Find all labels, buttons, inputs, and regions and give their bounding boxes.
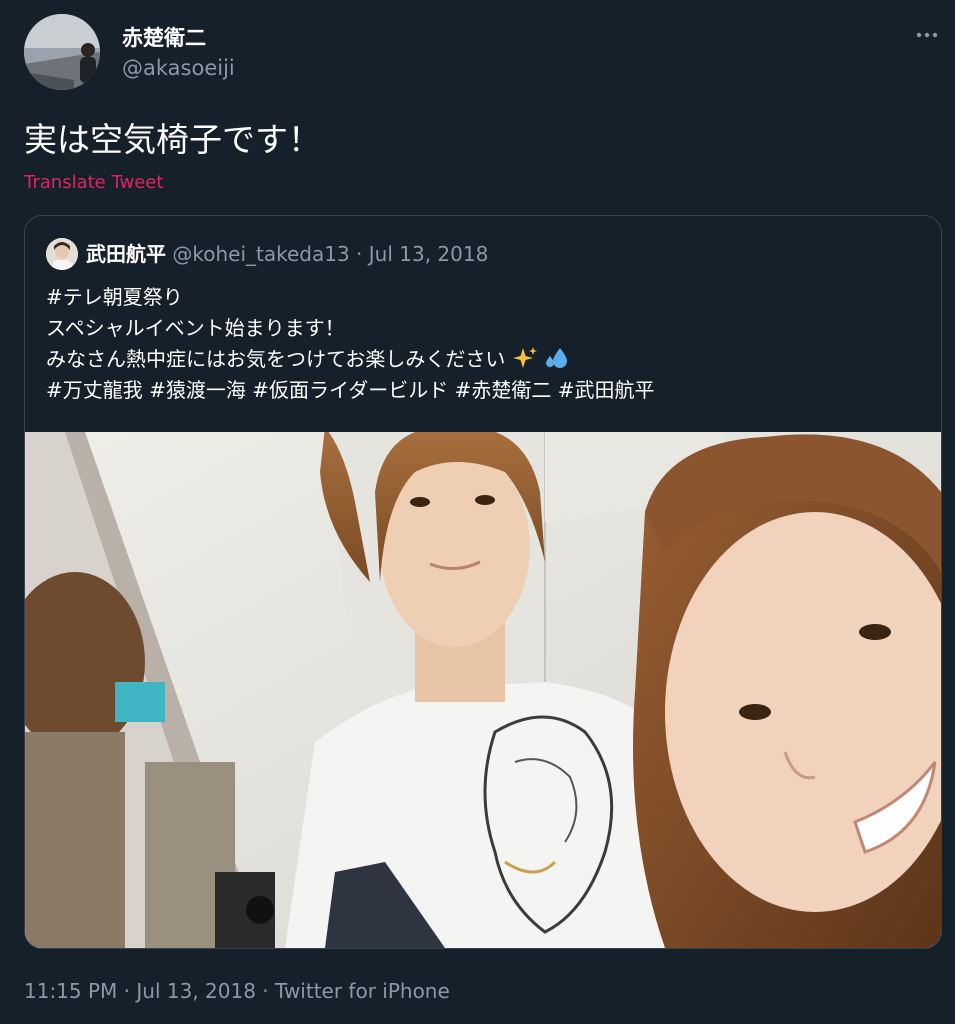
quoted-tweet-header: 武田航平 @kohei_takeda13 · Jul 13, 2018 xyxy=(86,240,488,268)
sweat-droplets-icon xyxy=(546,348,568,368)
quoted-author-name: 武田航平 xyxy=(86,242,166,266)
hashtag-link[interactable]: #赤楚衛二 xyxy=(455,378,552,402)
quoted-line: スペシャルイベント始まります！ xyxy=(46,316,345,340)
meta-separator: · xyxy=(349,242,369,266)
more-options-button[interactable] xyxy=(910,22,944,48)
quoted-tweet-photo[interactable] xyxy=(25,432,941,948)
quoted-line-text: みなさん熱中症にはお気をつけてお楽しみください xyxy=(46,347,506,371)
sparkles-icon xyxy=(512,347,537,368)
footer-separator: · xyxy=(255,979,276,1003)
tweet-text: 実は空気椅子です！ xyxy=(24,120,321,159)
hashtag-link[interactable]: #猿渡一海 xyxy=(149,378,246,402)
more-dots-icon xyxy=(916,32,938,38)
quoted-author-handle: @kohei_takeda13 xyxy=(172,242,350,266)
hashtag-link[interactable]: #万丈龍我 xyxy=(46,378,143,402)
tweet-source[interactable]: Twitter for iPhone xyxy=(275,979,450,1003)
tweet-time[interactable]: 11:15 PM xyxy=(24,979,117,1003)
tweet-timestamp: 11:15 PM · Jul 13, 2018 · Twitter for iP… xyxy=(24,979,450,1003)
quoted-tweet-card[interactable]: 武田航平 @kohei_takeda13 · Jul 13, 2018 #テレ朝… xyxy=(24,215,942,949)
quoted-author-avatar xyxy=(46,238,78,270)
quoted-line: みなさん熱中症にはお気をつけてお楽しみください xyxy=(46,344,926,375)
hashtag-line: #万丈龍我 #猿渡一海 #仮面ライダービルド #赤楚衛二 #武田航平 xyxy=(46,375,926,406)
quoted-tweet-body: #テレ朝夏祭り スペシャルイベント始まります！ みなさん熱中症にはお気をつけてお… xyxy=(46,282,926,406)
hashtag-link[interactable]: #仮面ライダービルド xyxy=(252,378,448,402)
quoted-line[interactable]: #テレ朝夏祭り xyxy=(46,282,926,313)
author-avatar[interactable] xyxy=(24,14,100,90)
tweet-date[interactable]: Jul 13, 2018 xyxy=(136,979,256,1003)
author-display-name[interactable]: 赤楚衛二 xyxy=(122,22,206,52)
footer-separator: · xyxy=(117,979,137,1003)
hashtag-link[interactable]: #武田航平 xyxy=(558,378,655,402)
quoted-tweet-date: Jul 13, 2018 xyxy=(368,242,489,266)
author-handle[interactable]: @akasoeiji xyxy=(122,56,235,80)
translate-tweet-link[interactable]: Translate Tweet xyxy=(24,172,163,193)
